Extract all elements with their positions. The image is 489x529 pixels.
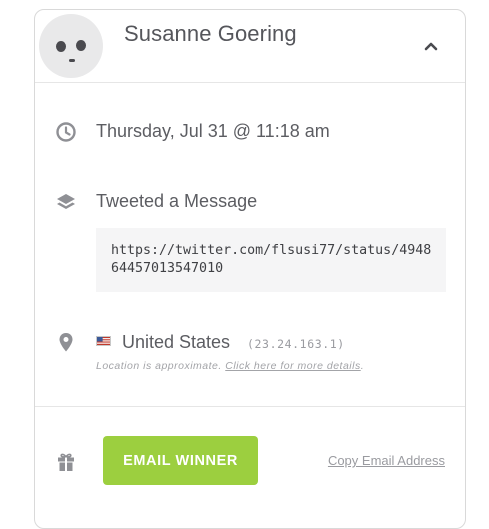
location-note-suffix: . <box>360 360 365 372</box>
avatar-mouth <box>69 59 75 62</box>
map-pin-icon <box>59 333 73 352</box>
layers-icon <box>57 194 75 209</box>
divider <box>35 406 465 407</box>
chevron-up-icon[interactable] <box>423 38 439 54</box>
entrant-name: Susanne Goering <box>124 21 297 46</box>
email-winner-button[interactable]: EMAIL WINNER <box>103 436 258 485</box>
avatar-eye-left <box>56 41 66 52</box>
avatar <box>39 14 103 78</box>
avatar-eye-right <box>76 40 86 51</box>
copy-email-link[interactable]: Copy Email Address <box>328 453 445 468</box>
entry-url: https://twitter.com/flsusi77/status/4948… <box>96 228 446 292</box>
entry-action: Tweeted a Message <box>96 191 258 211</box>
location-details-link[interactable]: Click here for more details <box>225 360 360 372</box>
location-note: Location is approximate. Click here for … <box>96 360 364 372</box>
location-ip: (23.24.163.1) <box>247 337 345 351</box>
location-note-text: Location is approximate. <box>96 360 222 372</box>
entry-datetime: Thursday, Jul 31 @ 11:18 am <box>96 121 330 141</box>
clock-icon <box>56 122 76 142</box>
us-flag-icon <box>96 336 111 346</box>
card-header[interactable]: Susanne Goering <box>35 10 465 83</box>
gift-icon <box>58 453 74 471</box>
entrant-card: Susanne Goering Thursday, Jul 31 @ 11:18… <box>34 9 466 529</box>
location-country: United States <box>122 332 231 352</box>
